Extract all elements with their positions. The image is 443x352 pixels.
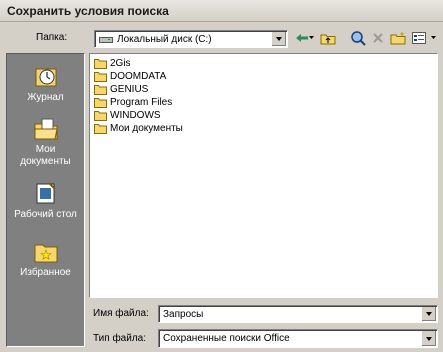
list-item[interactable]: GENIUS [94, 83, 148, 96]
list-item[interactable]: DOOMDATA [94, 70, 166, 83]
views-icon [412, 32, 426, 44]
up-folder-button[interactable] [318, 29, 338, 47]
folder-icon [94, 85, 107, 95]
dialog-title: Сохранить условия поиска [7, 4, 169, 18]
save-search-dialog: Сохранить условия поиска Папка: Локальны… [0, 0, 443, 352]
favorites-icon [34, 244, 57, 263]
folder-icon [94, 98, 107, 108]
lookin-dropdown-button[interactable] [271, 32, 286, 46]
place-favorites[interactable]: Избранное [7, 239, 84, 279]
file-name: Мои документы [110, 123, 183, 134]
lookin-label: Папка: [36, 32, 68, 43]
filetype-dropdown-button[interactable] [421, 331, 436, 346]
history-icon [35, 68, 56, 87]
file-name: GENIUS [110, 84, 149, 95]
views-button[interactable] [410, 29, 428, 47]
file-name: DOOMDATA [110, 71, 167, 82]
lookin-value: Локальный диск (C:) [117, 34, 212, 45]
folder-icon [94, 124, 107, 134]
chevron-down-icon [426, 336, 432, 341]
chevron-down-icon [426, 312, 432, 316]
filetype-label: Тип файла: [93, 333, 146, 344]
up-folder-icon [320, 34, 336, 44]
drive-icon [99, 37, 113, 43]
filename-value: Запросы [163, 309, 204, 320]
desktop-icon [36, 182, 56, 204]
chevron-down-icon [308, 36, 314, 39]
title-bar[interactable]: Сохранить условия поиска [0, 0, 443, 22]
place-desktop[interactable]: Рабочий стол [7, 181, 84, 221]
list-item[interactable]: WINDOWS [94, 109, 161, 122]
delete-button[interactable] [368, 29, 388, 47]
place-label: Мои документы [20, 144, 71, 167]
new-folder-button[interactable] [388, 29, 408, 47]
place-label: Избранное [20, 267, 71, 278]
place-my-documents[interactable]: Мои документы [7, 116, 84, 168]
folder-icon [94, 72, 107, 82]
filename-label: Имя файла: [93, 308, 149, 319]
views-dropdown-button[interactable] [428, 29, 438, 47]
back-dropdown-button[interactable] [307, 29, 315, 47]
places-bar: Журнал Мои документы Рабочий стол Избран… [6, 53, 85, 347]
chevron-down-icon [430, 36, 436, 39]
folder-icon [94, 111, 107, 121]
file-name: 2Gis [110, 58, 131, 69]
place-label: Журнал [27, 92, 64, 103]
place-label: Рабочий стол [14, 209, 77, 220]
search-web-button[interactable] [348, 29, 368, 47]
file-name: WINDOWS [110, 110, 161, 121]
list-item[interactable]: 2Gis [94, 57, 131, 70]
delete-icon [373, 33, 383, 43]
new-folder-icon [390, 31, 406, 44]
list-item[interactable]: Program Files [94, 96, 172, 109]
filetype-select[interactable]: Сохраненные поиски Office [158, 329, 438, 348]
place-history[interactable]: Журнал [7, 64, 84, 104]
filename-dropdown-button[interactable] [421, 307, 436, 321]
file-name: Program Files [110, 97, 173, 108]
list-item[interactable]: Мои документы [94, 122, 183, 135]
folder-icon [94, 59, 107, 69]
chevron-down-icon [276, 37, 282, 41]
search-web-icon [351, 31, 366, 46]
my-documents-icon [34, 118, 58, 140]
lookin-combo[interactable]: Локальный диск (C:) [94, 30, 288, 48]
filename-input[interactable]: Запросы [158, 305, 438, 323]
file-list[interactable]: 2Gis DOOMDATA GENIUS Program Files WINDO… [89, 53, 438, 298]
filetype-value: Сохраненные поиски Office [163, 333, 290, 344]
